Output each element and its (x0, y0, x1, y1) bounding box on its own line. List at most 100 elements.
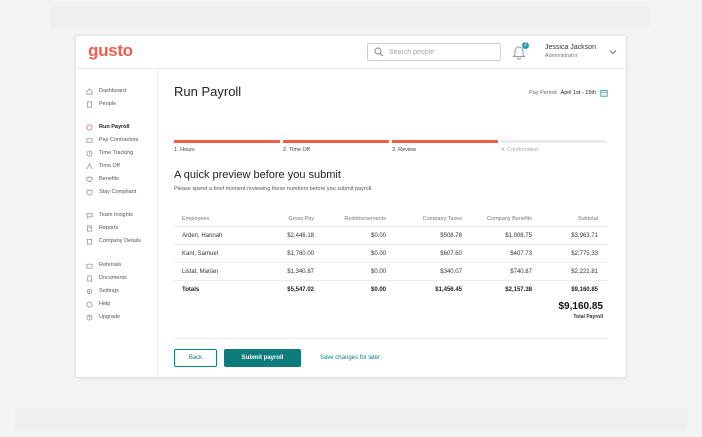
referral-icon (86, 263, 93, 268)
preview-heading: A quick preview before you submit (174, 169, 341, 181)
reimbursements: $0.00 (370, 233, 386, 239)
subtotal: $2,221.81 (571, 269, 598, 275)
subtotal: $3,963.71 (571, 233, 598, 239)
sidebar-item-stay-compliant[interactable]: Stay Compliant (86, 188, 136, 196)
time-off-icon (86, 162, 93, 169)
totals-label: Totals (182, 287, 200, 293)
notification-badge: 2 (522, 42, 529, 49)
column-header: Company Benefits (487, 216, 532, 222)
step-hours[interactable]: 1. Hours (174, 140, 280, 153)
column-header: Employees (182, 216, 210, 222)
column-header: Reimbursements (344, 216, 386, 222)
company-taxes: $340.07 (440, 269, 462, 275)
gross-pay: $1,760.00 (287, 251, 314, 257)
table-row: Kant, Samuel $1,760.00 $0.00 $607.60 $40… (174, 245, 608, 263)
total-gross-pay: $5,547.02 (287, 287, 314, 293)
sidebar-item-label: Benefits (99, 176, 119, 182)
total-subtotal: $9,160.85 (571, 287, 598, 293)
page-title: Run Payroll (174, 84, 242, 99)
action-footer: Back Submit payroll Save changes for lat… (174, 338, 608, 377)
gear-icon (86, 288, 93, 294)
column-header: Company Taxes (422, 216, 462, 222)
pay-period-value: April 1st - 15th (560, 90, 596, 96)
progress-steps: 1. Hours 2. Time Off 3. Review 4. Confir… (174, 140, 608, 160)
sidebar-item-label: Pay Contractors (99, 137, 139, 143)
chevron-down-icon[interactable] (609, 49, 617, 55)
grand-total-amount: $9,160.85 (558, 301, 604, 312)
sidebar-item-label: Documents (99, 275, 127, 281)
employee-name: Listat, Marian (182, 269, 219, 275)
pay-period: Pay Period: April 1st - 15th (529, 89, 608, 97)
step-confirmation: 4. Confirmation (501, 140, 607, 153)
sidebar-item-label: Time Off (99, 163, 120, 169)
sidebar-item-label: Run Payroll (99, 124, 130, 130)
sidebar-item-company-details[interactable]: Company Details (86, 237, 141, 245)
pay-period-label: Pay Period: (529, 90, 558, 96)
background-blur-bottom (15, 408, 687, 430)
sidebar-item-benefits[interactable]: Benefits (86, 175, 119, 183)
top-bar: gusto 2 Jessica Jackson Administrator (76, 36, 626, 69)
sidebar-item-label: Stay Compliant (99, 189, 137, 195)
table-header-row: Employees Gross Pay Reimbursements Compa… (174, 210, 608, 227)
user-name: Jessica Jackson (545, 44, 596, 51)
total-reimbursements: $0.00 (370, 287, 386, 293)
chat-icon (86, 212, 93, 219)
sidebar-item-people[interactable]: People (86, 100, 116, 108)
gross-pay: $1,340.87 (287, 269, 314, 275)
step-time-off[interactable]: 2. Time Off (283, 140, 389, 153)
building-icon (86, 238, 93, 244)
search-box[interactable] (367, 43, 501, 61)
step-label: 1. Hours (174, 147, 195, 153)
contractors-icon (86, 137, 93, 143)
save-for-later-button[interactable]: Save changes for later (310, 349, 390, 367)
document-icon (87, 275, 93, 281)
sidebar-item-upgrade[interactable]: Upgrade (86, 313, 120, 321)
payroll-table: Employees Gross Pay Reimbursements Compa… (174, 210, 608, 299)
app-window: gusto 2 Jessica Jackson Administrator Da… (75, 35, 627, 378)
dollar-icon (86, 123, 93, 131)
search-input[interactable] (389, 48, 489, 56)
sidebar-item-documents[interactable]: Documents (86, 274, 127, 282)
sidebar-item-label: Reports (99, 225, 119, 231)
back-button[interactable]: Back (174, 349, 217, 367)
upgrade-icon (86, 314, 93, 320)
sidebar-item-label: Dashboard (99, 88, 126, 94)
step-bar (501, 140, 607, 143)
gusto-logo[interactable]: gusto (88, 41, 133, 61)
total-company-benefits: $2,157.38 (505, 287, 532, 293)
home-icon (86, 87, 93, 94)
shield-icon (86, 189, 93, 195)
sidebar-item-team-insights[interactable]: Team Insights (86, 211, 133, 219)
help-icon (86, 301, 93, 307)
total-company-taxes: $1,456.45 (435, 287, 462, 293)
sidebar-item-reports[interactable]: Reports (86, 224, 118, 232)
totals-row: Totals $5,547.02 $0.00 $1,456.45 $2,157.… (174, 281, 608, 299)
grand-total-label: Total Payroll (573, 314, 603, 320)
sidebar-item-pay-contractors[interactable]: Pay Contractors (86, 136, 138, 144)
sidebar-item-settings[interactable]: Settings (86, 287, 119, 295)
sidebar-item-label: Referrals (99, 262, 122, 268)
submit-payroll-button[interactable]: Submit payroll (224, 349, 301, 367)
notifications-button[interactable]: 2 (512, 42, 529, 60)
sidebar-item-time-tracking[interactable]: Time Tracking (86, 149, 133, 157)
sidebar-item-dashboard[interactable]: Dashboard (86, 87, 126, 95)
gross-pay: $2,446.18 (287, 233, 314, 239)
sidebar-item-referrals[interactable]: Referrals (86, 261, 121, 269)
column-header: Gross Pay (288, 216, 314, 222)
person-icon (86, 101, 93, 107)
company-benefits: $407.73 (510, 251, 532, 257)
heart-icon (86, 176, 93, 183)
sidebar-item-help[interactable]: Help (86, 300, 110, 308)
user-menu[interactable]: Jessica Jackson Administrator (545, 44, 596, 59)
preview-subheading: Please spend a brief moment reviewing th… (174, 186, 373, 192)
search-icon (374, 47, 384, 57)
calendar-icon[interactable] (600, 89, 608, 97)
table-row: Arden, Hannah $2,446.18 $0.00 $508.78 $1… (174, 227, 608, 245)
step-label: 4. Confirmation (501, 147, 539, 153)
sidebar-item-run-payroll[interactable]: Run Payroll (86, 123, 130, 131)
sidebar-item-time-off[interactable]: Time Off (86, 162, 120, 170)
step-review[interactable]: 3. Review (392, 140, 498, 153)
company-benefits: $740.87 (510, 269, 532, 275)
sidebar-item-label: Settings (99, 288, 119, 294)
sidebar-item-label: Team Insights (99, 212, 133, 218)
